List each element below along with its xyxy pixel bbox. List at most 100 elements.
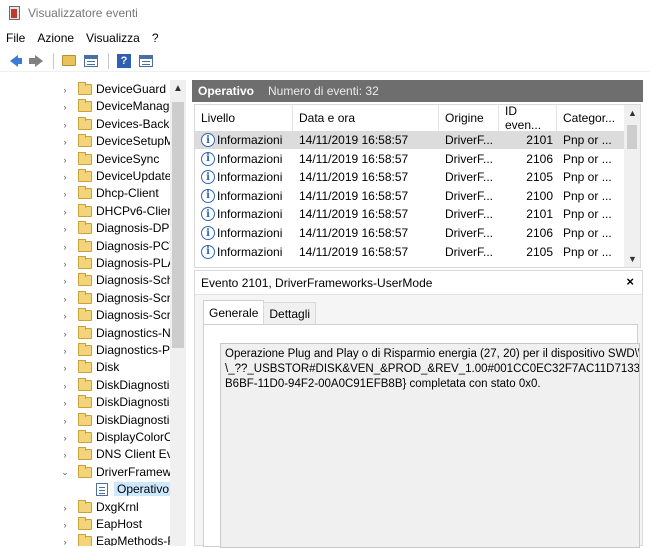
event-row[interactable]: i Informazioni 14/11/2019 16:58:57 DriverF.… [195, 187, 625, 205]
tree-item[interactable]: › DeviceSync [0, 151, 170, 168]
tab-dettagli[interactable]: Dettagli [263, 302, 317, 324]
menu-bar: File Azione Visualizza ? [0, 28, 165, 48]
tree-item[interactable]: › Diagnosis-Sch [0, 272, 173, 289]
tree-item[interactable]: › DiskDiagnostic [0, 394, 175, 411]
tree-item[interactable]: › DeviceUpdateA [0, 168, 179, 185]
column-header-id[interactable]: ID even... [499, 105, 557, 132]
tree-scrollbar[interactable]: ▲ [170, 80, 186, 546]
tree-item[interactable]: › DiskDiagnostic [0, 412, 175, 429]
tree-item[interactable]: › Diagnostics-Pe [0, 342, 177, 359]
tree-item[interactable]: › DisplayColorC [0, 429, 173, 446]
chevron-right-icon[interactable]: › [60, 520, 70, 530]
chevron-right-icon[interactable]: › [60, 259, 70, 269]
event-list[interactable]: Livello Data e ora Origine ID even... Ca… [194, 104, 641, 268]
tree-item[interactable]: Operativo [0, 481, 173, 498]
menu-file[interactable]: File [0, 31, 31, 45]
chevron-right-icon[interactable]: › [60, 433, 70, 443]
scrollbar-thumb[interactable] [627, 125, 637, 149]
chevron-right-icon[interactable]: › [60, 416, 70, 426]
chevron-right-icon[interactable]: › [60, 537, 70, 546]
scroll-up-icon[interactable]: ▲ [173, 83, 183, 94]
chevron-right-icon[interactable]: › [60, 381, 70, 391]
scroll-down-icon[interactable]: ▼ [628, 254, 637, 264]
tree-item[interactable]: › Devices-Backg [0, 116, 176, 133]
chevron-right-icon[interactable]: › [60, 189, 70, 199]
chevron-right-icon[interactable]: › [60, 294, 70, 304]
tree-item[interactable]: › DxgKrnl [0, 499, 170, 516]
chevron-right-icon[interactable]: › [60, 242, 70, 252]
tree-item[interactable]: › DNS Client Eve [0, 446, 179, 463]
folder-icon [78, 360, 92, 374]
menu-visualizza[interactable]: Visualizza [80, 31, 146, 45]
chevron-right-icon[interactable]: › [60, 311, 70, 321]
chevron-right-icon[interactable]: › [60, 224, 70, 234]
column-header-category[interactable]: Categor... [557, 105, 625, 131]
chevron-right-icon[interactable]: › [60, 172, 70, 182]
event-row[interactable]: i Informazioni 14/11/2019 16:58:57 DriverF.… [195, 205, 625, 223]
list-scrollbar[interactable]: ▲ ▼ [624, 105, 640, 267]
event-row[interactable]: i Informazioni 14/11/2019 16:58:57 DriverF.… [195, 224, 625, 242]
folder-icon [78, 256, 92, 269]
forward-button[interactable] [26, 52, 46, 70]
tree-item[interactable]: › DeviceManage [0, 98, 176, 115]
tree-item[interactable]: › Diagnosis-PLA [0, 255, 175, 272]
chevron-right-icon[interactable]: › [60, 85, 70, 95]
chevron-right-icon[interactable]: › [60, 276, 70, 286]
tree-item[interactable]: › DHCPv6-Clien [0, 203, 174, 220]
tree-item[interactable]: › Diagnosis-Scri [0, 290, 174, 307]
pane-title: Operativo [198, 84, 255, 98]
folder-icon [78, 464, 92, 478]
chevron-right-icon[interactable]: › [60, 398, 70, 408]
column-header-level[interactable]: Livello [195, 105, 293, 131]
up-level-button[interactable] [59, 52, 79, 70]
column-header-source[interactable]: Origine [439, 105, 499, 131]
column-header-date[interactable]: Data e ora [293, 105, 439, 131]
folder-icon [78, 99, 92, 113]
tree-item[interactable]: › Disk [0, 359, 170, 376]
event-row[interactable]: i Informazioni 14/11/2019 16:58:57 DriverF.… [195, 150, 625, 168]
tab-generale[interactable]: Generale [203, 300, 265, 324]
tree-item[interactable]: › Diagnostics-N [0, 325, 171, 342]
tree-item[interactable]: › Diagnosis-Scri [0, 307, 173, 324]
chevron-right-icon[interactable]: › [60, 155, 70, 165]
action-pane-button[interactable] [136, 52, 156, 70]
help-button[interactable]: ? [114, 52, 134, 70]
event-message[interactable]: Operazione Plug and Play o di Risparmio … [220, 343, 640, 548]
scroll-up-icon[interactable]: ▲ [628, 108, 637, 118]
tree-item-label: Devices-Backg [96, 116, 177, 131]
close-icon[interactable]: × [626, 274, 634, 289]
tree-item[interactable]: › Dhcp-Client [0, 185, 170, 202]
scrollbar-thumb[interactable] [172, 102, 184, 348]
tree-item-label: Diagnosis-Scri [96, 290, 174, 305]
menu-help[interactable]: ? [146, 31, 165, 45]
chevron-right-icon[interactable]: › [60, 137, 70, 147]
event-row[interactable]: i Informazioni 14/11/2019 16:58:57 DriverF.… [195, 168, 625, 186]
chevron-right-icon[interactable]: › [60, 329, 70, 339]
tree-item-label: Diagnosis-PLA [96, 256, 176, 270]
tree-item[interactable]: › EapHost [0, 516, 170, 533]
chevron-right-icon[interactable]: › [60, 450, 70, 460]
event-date: 14/11/2019 16:58:57 [299, 133, 409, 147]
tree-item[interactable]: › DeviceSetupM [0, 133, 174, 150]
tree-item[interactable]: › DeviceGuard [0, 81, 170, 98]
chevron-right-icon[interactable]: › [60, 102, 70, 112]
console-tree[interactable]: › DeviceGuard › DeviceManage › Devices-Backg ›… [0, 80, 186, 546]
chevron-down-icon[interactable]: ⌄ [60, 467, 70, 478]
chevron-right-icon[interactable]: › [60, 207, 70, 217]
tree-item[interactable]: › Diagnosis-PCV [0, 238, 177, 255]
tree-item[interactable]: › EapMethods-R [0, 533, 176, 546]
event-row[interactable]: i Informazioni 14/11/2019 16:58:57 DriverF.… [195, 131, 625, 149]
event-row[interactable]: i Informazioni 14/11/2019 16:58:57 DriverF.… [195, 243, 625, 261]
chevron-right-icon[interactable]: › [60, 503, 70, 513]
chevron-right-icon[interactable]: › [60, 363, 70, 373]
tree-item[interactable]: ⌄ DriverFramewo [0, 464, 178, 481]
show-hide-tree-button[interactable] [81, 52, 101, 70]
back-button[interactable] [4, 52, 24, 70]
chevron-right-icon[interactable]: › [60, 120, 70, 130]
menu-azione[interactable]: Azione [31, 31, 80, 45]
tree-item[interactable]: › DiskDiagnostic [0, 377, 175, 394]
tree-item[interactable]: › Diagnosis-DPS [0, 220, 177, 237]
event-level: Informazioni [217, 244, 283, 259]
chevron-right-icon[interactable]: › [60, 346, 70, 356]
event-category: Pnp or ... [563, 207, 612, 222]
